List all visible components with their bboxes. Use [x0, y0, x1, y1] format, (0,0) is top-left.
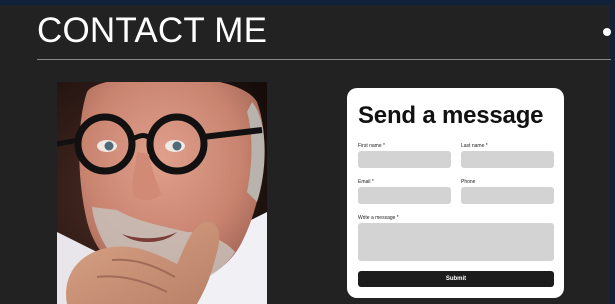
right-edge-strip [610, 0, 615, 304]
first-name-input[interactable] [358, 151, 451, 168]
phone-label: Phone [461, 179, 476, 185]
page-title: CONTACT ME [37, 11, 268, 50]
menu-dot-icon[interactable] [603, 28, 611, 36]
email-label: Email * [358, 179, 374, 185]
email-input[interactable] [358, 187, 451, 204]
submit-button[interactable]: Submit [358, 271, 554, 287]
portrait-illustration [57, 82, 267, 304]
title-divider [37, 59, 611, 60]
message-label: Write a message * [358, 215, 399, 221]
top-accent-strip [0, 0, 615, 5]
form-heading: Send a message [358, 102, 544, 129]
first-name-label: First name * [358, 143, 385, 149]
message-textarea[interactable] [358, 223, 554, 261]
phone-input[interactable] [461, 187, 554, 204]
contact-form: Send a message First name * Last name * … [347, 88, 564, 298]
portrait-image [57, 82, 267, 304]
last-name-label: Last name * [461, 143, 488, 149]
last-name-input[interactable] [461, 151, 554, 168]
